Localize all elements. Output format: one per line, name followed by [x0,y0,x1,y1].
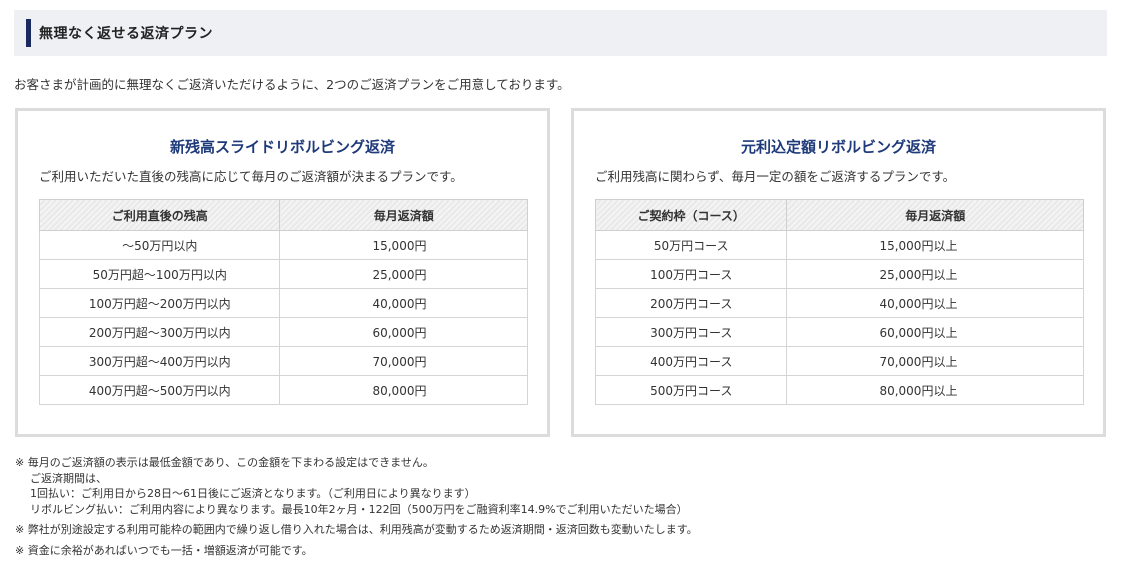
table-row: 200万円超～300万円以内 60,000円 [38,317,528,347]
table-cell: 400万円超～500万円以内 [38,375,281,405]
table-cell: 40,000円 [279,288,528,318]
table-cell: 50万円コース [594,230,788,260]
table-cell: 80,000円 [279,375,528,405]
column-header: 毎月返済額 [786,199,1084,231]
table-cell: 70,000円以上 [786,346,1084,376]
table-row: 300万円超～400万円以内 70,000円 [38,346,528,376]
column-header: ご契約枠（コース） [594,199,788,231]
table-cell: 300万円超～400万円以内 [38,346,281,376]
column-header: ご利用直後の残高 [38,199,281,231]
table-cell: ～50万円以内 [38,230,281,260]
plan-table: ご契約枠（コース） 毎月返済額 50万円コース 15,000円以上 100万円コー… [594,199,1084,405]
table-row: 400万円コース 70,000円以上 [594,346,1084,376]
table-cell: 25,000円以上 [786,259,1084,289]
table-row: 100万円コース 25,000円以上 [594,259,1084,289]
note-text: 1回払い：ご利用日から28日～61日後にご返済となります。（ご利用日により異なり… [30,487,476,500]
table-header-row: ご利用直後の残高 毎月返済額 [38,199,528,231]
header-accent-bar [26,19,31,47]
table-cell: 15,000円以上 [786,230,1084,260]
table-row: 100万円超～200万円以内 40,000円 [38,288,528,318]
plan-card-slide: 新残高スライドリボルビング返済 ご利用いただいた直後の残高に応じて毎月のご返済額… [15,108,550,437]
table-cell: 15,000円 [279,230,528,260]
note-text: ※ 毎月のご返済額の表示は最低金額であり、この金額を下まわる設定はできません。 [15,456,434,469]
table-cell: 70,000円 [279,346,528,376]
table-cell: 80,000円以上 [786,375,1084,405]
plan-card-fixed: 元利込定額リボルビング返済 ご利用残高に関わらず、毎月一定の額をご返済するプラン… [571,108,1106,437]
table-cell: 200万円超～300万円以内 [38,317,281,347]
table-cell: 100万円超～200万円以内 [38,288,281,318]
table-row: 200万円コース 40,000円以上 [594,288,1084,318]
note-text: ご返済期間は、 [30,471,107,485]
table-cell: 200万円コース [594,288,788,318]
plan-title: 新残高スライドリボルビング返済 [169,138,395,156]
plan-description: ご利用残高に関わらず、毎月一定の額をご返済するプランです。 [595,169,956,184]
note-text: ※ 資金に余裕があればいつでも一括・増額返済が可能です。 [15,543,313,557]
table-row: 50万円コース 15,000円以上 [594,230,1084,260]
column-header: 毎月返済額 [279,199,528,231]
table-cell: 40,000円以上 [786,288,1084,318]
intro-text: お客さまが計画的に無理なくご返済いただけるように、2つのご返済プランをご用意して… [14,77,570,92]
table-cell: 100万円コース [594,259,788,289]
plan-title: 元利込定額リボルビング返済 [740,138,936,156]
table-row: 400万円超～500万円以内 80,000円 [38,375,528,405]
table-row: 50万円超～100万円以内 25,000円 [38,259,528,289]
table-row: ～50万円以内 15,000円 [38,230,528,260]
table-cell: 500万円コース [594,375,788,405]
plan-description: ご利用いただいた直後の残高に応じて毎月のご返済額が決まるプランです。 [39,169,463,184]
table-cell: 60,000円 [279,317,528,347]
note-text: ※ 弊社が別途設定する利用可能枠の範囲内で繰り返し借り入れた場合は、利用残高が変… [15,523,698,536]
table-cell: 60,000円以上 [786,317,1084,347]
notes-section: ※ 毎月のご返済額の表示は最低金額であり、この金額を下まわる設定はできません。 … [15,455,698,558]
table-cell: 25,000円 [279,259,528,289]
table-row: 300万円コース 60,000円以上 [594,317,1084,347]
note-text: リボルビング払い：ご利用内容により異なります。最長10年2ヶ月・122回（500… [30,502,688,516]
section-title: 無理なく返せる返済プラン [39,26,213,42]
table-cell: 50万円超～100万円以内 [38,259,281,289]
table-cell: 400万円コース [594,346,788,376]
plan-table: ご利用直後の残高 毎月返済額 ～50万円以内 15,000円 50万円超～100万… [38,199,528,405]
section-header: 無理なく返せる返済プラン [14,10,1107,56]
table-header-row: ご契約枠（コース） 毎月返済額 [594,199,1084,231]
table-row: 500万円コース 80,000円以上 [594,375,1084,405]
table-cell: 300万円コース [594,317,788,347]
